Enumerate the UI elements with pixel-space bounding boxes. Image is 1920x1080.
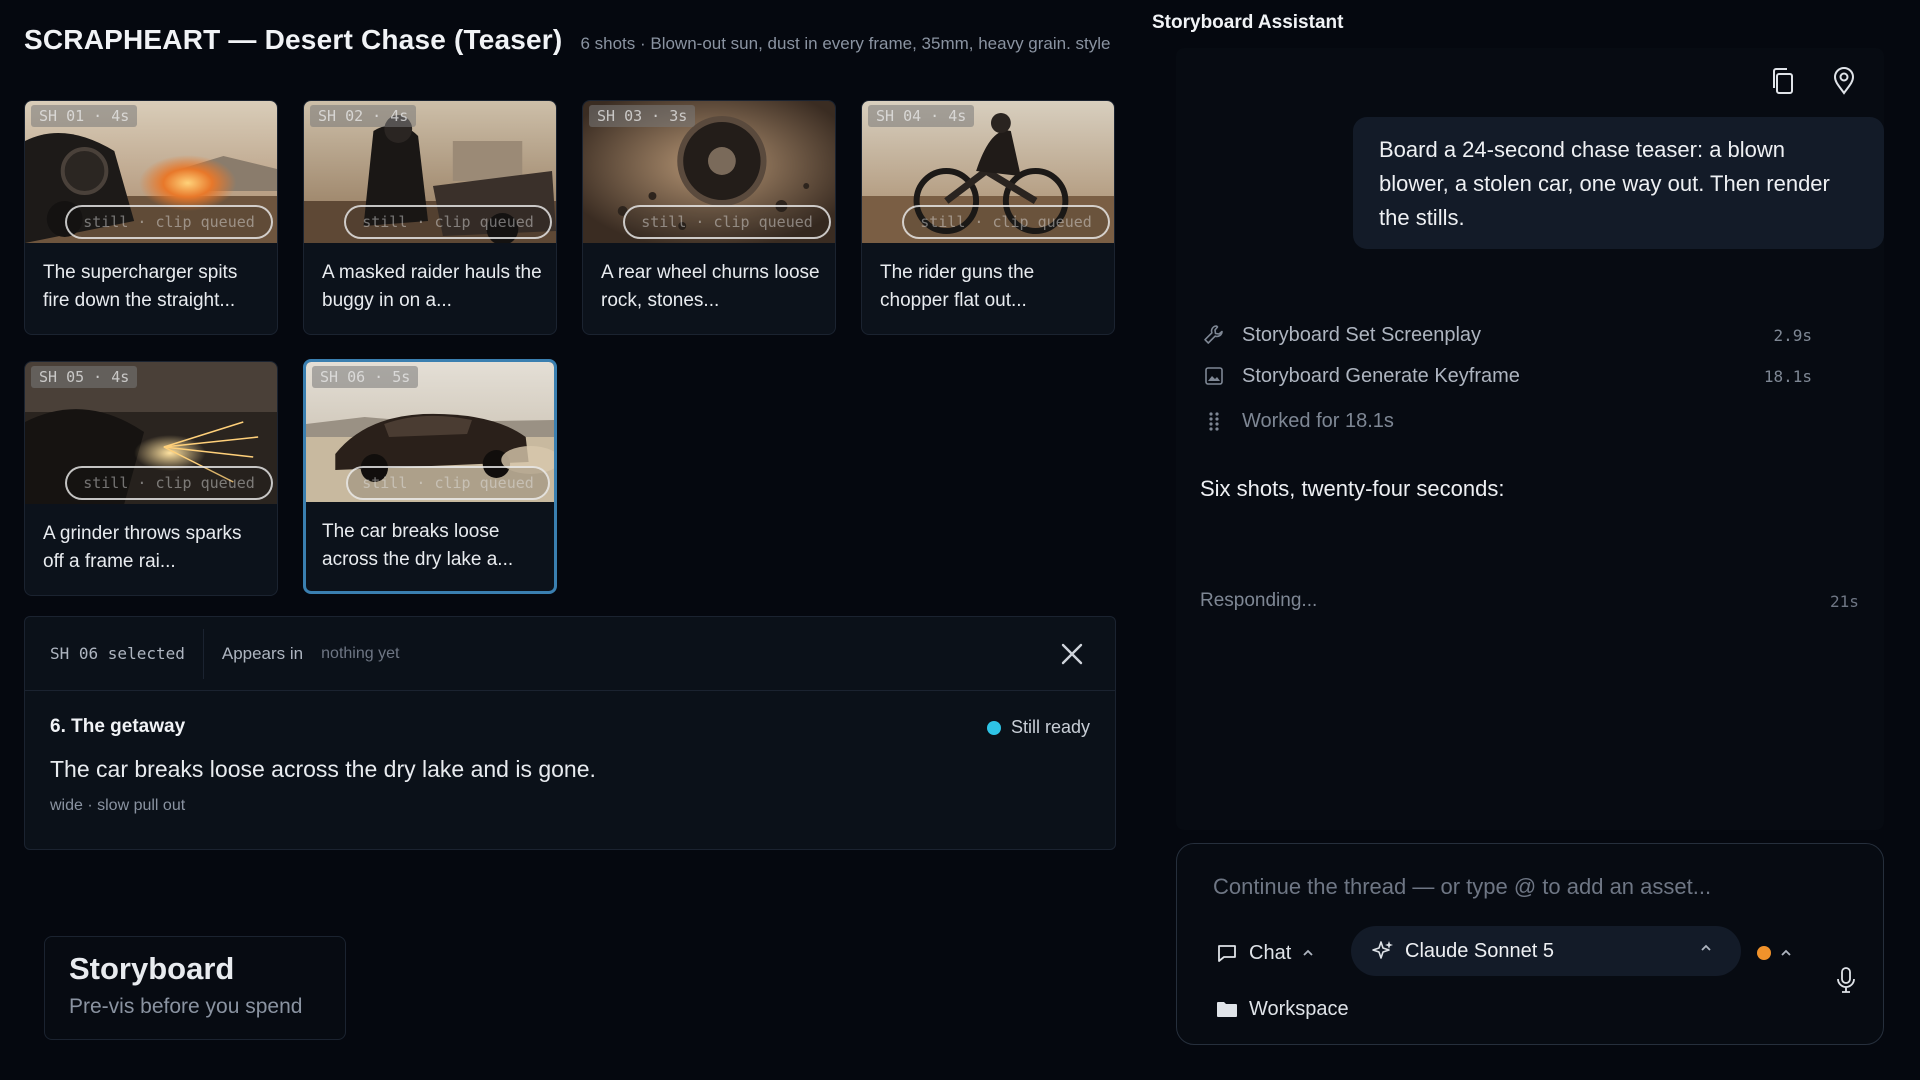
- worked-duration[interactable]: Worked for 18.1s: [1202, 406, 1812, 436]
- orange-dot-icon: [1757, 946, 1771, 960]
- shot-tag: SH 03 · 3s: [589, 105, 696, 127]
- assistant-reply: Six shots, twenty-four seconds:: [1200, 476, 1505, 501]
- board-title: SCRAPHEART — Desert Chase (Teaser): [24, 24, 563, 55]
- worked-label: Worked for 18.1s: [1242, 409, 1394, 432]
- detail-header: SH 06 selected Appears in nothing yet: [25, 617, 1115, 691]
- shot-card-02[interactable]: SH 02 · 4s still · clip queued A masked …: [303, 100, 557, 335]
- effort-selector[interactable]: [1757, 938, 1793, 968]
- responding-timer: 21s: [1830, 592, 1859, 611]
- shot-status-pill: still · clip queued: [623, 205, 831, 239]
- workspace-label: Workspace: [1249, 997, 1349, 1020]
- board-header: SCRAPHEART — Desert Chase (Teaser) 6 sho…: [24, 24, 1111, 56]
- shot-caption: A rear wheel churns loose rock, stones..…: [601, 262, 820, 311]
- brand-name: Storyboard: [69, 951, 235, 986]
- shot-tag: SH 06 · 5s: [312, 366, 419, 388]
- assistant-title: Storyboard Assistant: [1152, 12, 1344, 33]
- folder-icon: [1217, 1002, 1237, 1017]
- board-meta: 6 shots · Blown-out sun, dust in every f…: [580, 34, 1111, 53]
- still-status-badge: Still ready: [986, 717, 1090, 738]
- chevron-up-icon: [1701, 944, 1711, 951]
- shot-caption: The supercharger spits fire down the str…: [43, 262, 238, 311]
- shot-caption: A masked raider hauls the buggy in on a.…: [322, 262, 542, 311]
- appears-in-label: Appears in: [221, 643, 304, 663]
- sparkle-icon: [1372, 941, 1393, 959]
- workspace-selector[interactable]: Workspace: [1215, 994, 1349, 1024]
- detail-title: 6. The getaway: [50, 716, 186, 737]
- shot-tag: SH 05 · 4s: [31, 366, 138, 388]
- tool-call-time: 18.1s: [1763, 366, 1812, 386]
- shot-detail-panel: SH 06 selected Appears in nothing yet 6.…: [24, 616, 1116, 850]
- shot-tag: SH 04 · 4s: [868, 105, 975, 127]
- shot-tag: SH 01 · 4s: [31, 105, 138, 127]
- tool-call-time: 2.9s: [1773, 325, 1812, 345]
- model-selector[interactable]: Claude Sonnet 5: [1351, 926, 1741, 976]
- shot-caption: The car breaks loose across the dry lake…: [322, 521, 514, 570]
- chat-bubble-icon: [1218, 945, 1236, 962]
- tool-call-set-screenplay[interactable]: Storyboard Set Screenplay 2.9s: [1202, 320, 1812, 350]
- appears-in-value: nothing yet: [321, 644, 400, 662]
- detail-shot-tags: wide · slow pull out: [50, 797, 186, 814]
- close-icon[interactable]: [1059, 641, 1085, 667]
- shot-card-04[interactable]: SH 04 · 4s still · clip queued The rider…: [861, 100, 1115, 335]
- brain-pin-icon[interactable]: [1829, 66, 1859, 96]
- shot-card-03[interactable]: SH 03 · 3s still · clip queued A rear wh…: [582, 100, 836, 335]
- responding-indicator: Responding...: [1200, 590, 1318, 611]
- shot-status-pill: still · clip queued: [344, 205, 552, 239]
- selected-shot-label: SH 06 selected: [25, 628, 204, 679]
- copy-icon[interactable]: [1768, 66, 1798, 96]
- detail-description: The car breaks loose across the dry lake…: [50, 756, 596, 782]
- mode-label: Chat: [1249, 941, 1292, 964]
- wrench-icon: [1202, 323, 1226, 347]
- user-message-bubble: Board a 24-second chase teaser: a blown …: [1353, 117, 1884, 249]
- shot-caption: The rider guns the chopper flat out...: [880, 262, 1035, 311]
- shot-card-06[interactable]: SH 06 · 5s still · clip queued The car b…: [303, 359, 557, 594]
- shot-card-05[interactable]: SH 05 · 4s still · clip queued A grinder…: [24, 361, 278, 596]
- tool-call-label: Storyboard Generate Keyframe: [1242, 364, 1520, 387]
- message-input[interactable]: [1213, 870, 1833, 904]
- shot-caption: A grinder throws sparks off a frame rai.…: [43, 523, 242, 572]
- chevron-up-icon: [1303, 949, 1313, 956]
- shot-card-01[interactable]: SH 01 · 4s still · clip queued The super…: [24, 100, 278, 335]
- message-composer: Chat Claude Sonnet 5 Workspace: [1176, 843, 1884, 1045]
- chevron-up-icon: [1781, 949, 1791, 956]
- shot-tag: SH 02 · 4s: [310, 105, 417, 127]
- mode-selector[interactable]: Chat: [1215, 938, 1315, 968]
- brand-card: Storyboard Pre-vis before you spend: [44, 936, 346, 1040]
- tool-call-label: Storyboard Set Screenplay: [1242, 323, 1482, 346]
- microphone-icon[interactable]: [1833, 965, 1859, 995]
- shot-status-pill: still · clip queued: [65, 205, 273, 239]
- image-icon: [1202, 364, 1226, 388]
- drag-dots-icon: [1202, 409, 1226, 433]
- brand-tagline: Pre-vis before you spend: [69, 995, 303, 1018]
- tool-call-generate-keyframe[interactable]: Storyboard Generate Keyframe 18.1s: [1202, 361, 1812, 391]
- shot-status-pill: still · clip queued: [65, 466, 273, 500]
- shot-status-pill: still · clip queued: [346, 466, 550, 500]
- status-dot-icon: [986, 720, 1001, 735]
- still-status-text: Still ready: [1010, 717, 1090, 737]
- shot-status-pill: still · clip queued: [902, 205, 1110, 239]
- model-label: Claude Sonnet 5: [1405, 939, 1555, 962]
